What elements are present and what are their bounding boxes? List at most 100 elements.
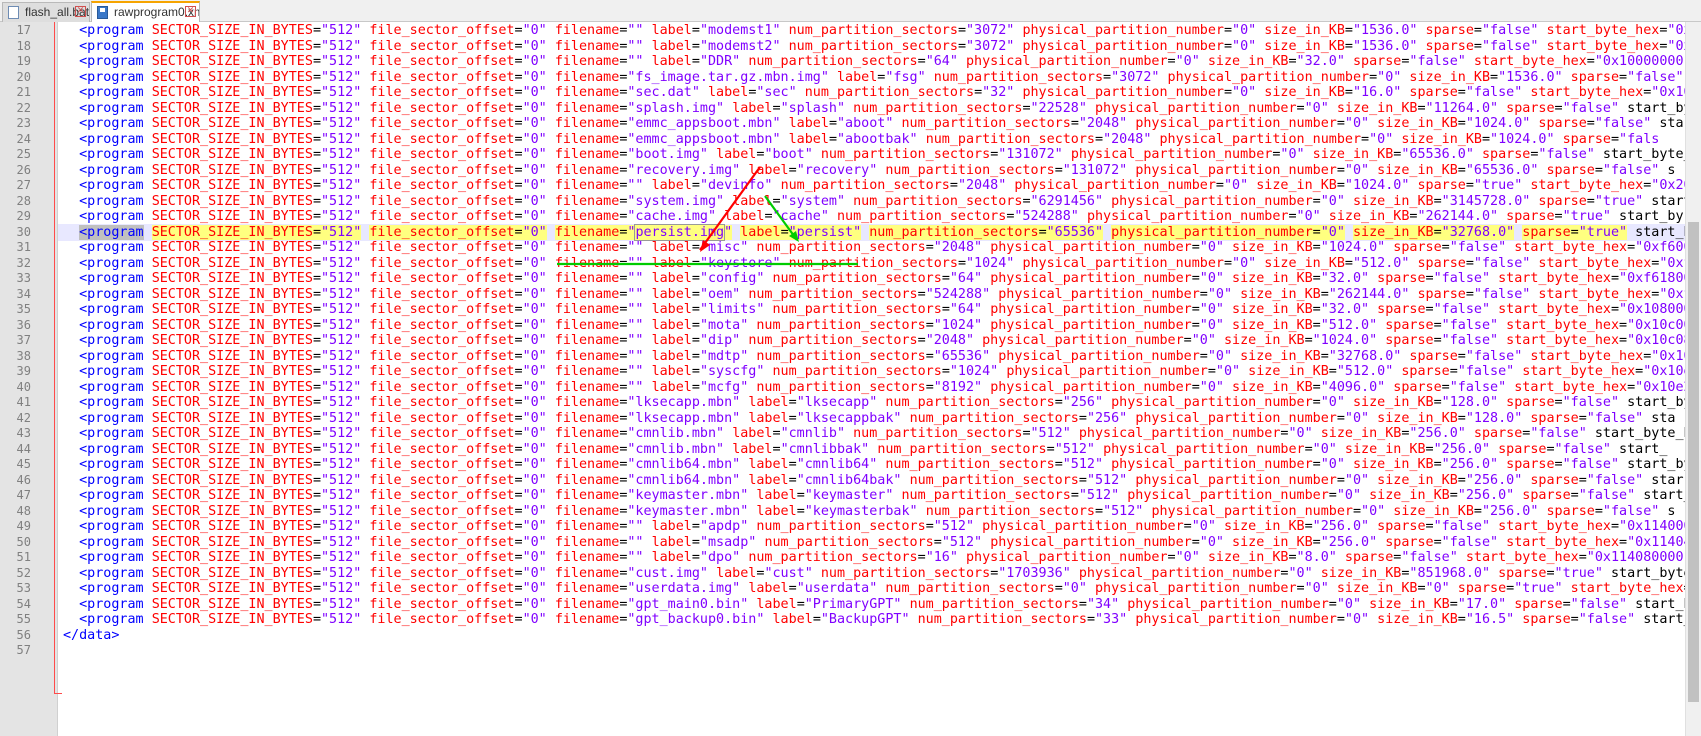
code-text[interactable]: <program SECTOR_SIZE_IN_BYTES="512" file… bbox=[63, 223, 1685, 241]
code-text[interactable]: <program SECTOR_SIZE_IN_BYTES="512" file… bbox=[63, 441, 1667, 458]
code-text[interactable]: <program SECTOR_SIZE_IN_BYTES="512" file… bbox=[63, 53, 1683, 70]
code-text[interactable]: <program SECTOR_SIZE_IN_BYTES="512" file… bbox=[63, 22, 1685, 39]
code-text[interactable]: <program SECTOR_SIZE_IN_BYTES="512" file… bbox=[63, 115, 1685, 132]
code-line[interactable]: <program SECTOR_SIZE_IN_BYTES="512" file… bbox=[58, 565, 1685, 582]
code-text[interactable]: <program SECTOR_SIZE_IN_BYTES="512" file… bbox=[63, 38, 1685, 55]
code-text[interactable]: <program SECTOR_SIZE_IN_BYTES="512" file… bbox=[63, 69, 1685, 86]
code-line[interactable]: <program SECTOR_SIZE_IN_BYTES="512" file… bbox=[58, 549, 1685, 566]
code-line[interactable]: <program SECTOR_SIZE_IN_BYTES="512" file… bbox=[58, 487, 1685, 504]
code-text[interactable]: <program SECTOR_SIZE_IN_BYTES="512" file… bbox=[63, 425, 1685, 442]
code-line[interactable]: <program SECTOR_SIZE_IN_BYTES="512" file… bbox=[58, 208, 1685, 225]
line-number: 26 bbox=[16, 162, 31, 177]
code-text[interactable]: <program SECTOR_SIZE_IN_BYTES="512" file… bbox=[63, 549, 1683, 566]
code-line[interactable]: <program SECTOR_SIZE_IN_BYTES="512" file… bbox=[58, 394, 1685, 411]
code-line[interactable]: <program SECTOR_SIZE_IN_BYTES="512" file… bbox=[58, 379, 1685, 396]
code-line[interactable]: <program SECTOR_SIZE_IN_BYTES="512" file… bbox=[58, 84, 1685, 101]
code-line[interactable]: <program SECTOR_SIZE_IN_BYTES="512" file… bbox=[58, 456, 1685, 473]
code-text[interactable]: <program SECTOR_SIZE_IN_BYTES="512" file… bbox=[63, 84, 1685, 101]
code-line[interactable]: <program SECTOR_SIZE_IN_BYTES="512" file… bbox=[58, 193, 1685, 210]
code-line[interactable] bbox=[58, 642, 1685, 659]
code-line[interactable]: <program SECTOR_SIZE_IN_BYTES="512" file… bbox=[58, 301, 1685, 318]
close-icon[interactable]: ✕ bbox=[185, 6, 196, 17]
code-text[interactable]: <program SECTOR_SIZE_IN_BYTES="512" file… bbox=[63, 487, 1685, 504]
code-text[interactable]: <program SECTOR_SIZE_IN_BYTES="512" file… bbox=[63, 534, 1685, 551]
code-line[interactable]: <program SECTOR_SIZE_IN_BYTES="512" file… bbox=[58, 53, 1685, 70]
code-text[interactable]: <program SECTOR_SIZE_IN_BYTES="512" file… bbox=[63, 317, 1685, 334]
code-line[interactable]: <program SECTOR_SIZE_IN_BYTES="512" file… bbox=[58, 596, 1685, 613]
code-line[interactable]: <program SECTOR_SIZE_IN_BYTES="512" file… bbox=[58, 270, 1685, 287]
code-line[interactable]: <program SECTOR_SIZE_IN_BYTES="512" file… bbox=[58, 286, 1685, 303]
code-text[interactable]: <program SECTOR_SIZE_IN_BYTES="512" file… bbox=[63, 239, 1685, 256]
code-text[interactable]: <program SECTOR_SIZE_IN_BYTES="512" file… bbox=[63, 596, 1685, 613]
line-number: 46 bbox=[16, 472, 31, 487]
code-line[interactable]: <program SECTOR_SIZE_IN_BYTES="512" file… bbox=[58, 425, 1685, 442]
line-number: 31 bbox=[16, 240, 31, 254]
code-line[interactable]: <program SECTOR_SIZE_IN_BYTES="512" file… bbox=[58, 177, 1685, 194]
code-text[interactable]: <program SECTOR_SIZE_IN_BYTES="512" file… bbox=[63, 146, 1685, 163]
code-line[interactable]: <program SECTOR_SIZE_IN_BYTES="512" file… bbox=[58, 115, 1685, 132]
line-number: 19 bbox=[16, 54, 31, 68]
code-line[interactable]: <program SECTOR_SIZE_IN_BYTES="512" file… bbox=[58, 503, 1685, 520]
code-line[interactable]: <program SECTOR_SIZE_IN_BYTES="512" file… bbox=[58, 162, 1685, 179]
code-editor[interactable]: <program SECTOR_SIZE_IN_BYTES="512" file… bbox=[58, 22, 1685, 736]
code-line[interactable]: <program SECTOR_SIZE_IN_BYTES="512" file… bbox=[58, 69, 1685, 86]
code-text[interactable]: <program SECTOR_SIZE_IN_BYTES="512" file… bbox=[63, 162, 1675, 179]
code-text[interactable]: <program SECTOR_SIZE_IN_BYTES="512" file… bbox=[63, 286, 1685, 303]
code-text[interactable]: <program SECTOR_SIZE_IN_BYTES="512" file… bbox=[63, 332, 1685, 349]
code-line[interactable]: <program SECTOR_SIZE_IN_BYTES="512" file… bbox=[58, 611, 1685, 628]
tab-flash-all-bat[interactable]: flash_all.bat ✕ bbox=[2, 2, 90, 22]
line-number: 25 bbox=[16, 147, 31, 161]
vertical-scrollbar[interactable] bbox=[1685, 22, 1701, 736]
code-text[interactable]: <program SECTOR_SIZE_IN_BYTES="512" file… bbox=[63, 379, 1685, 396]
code-text[interactable]: <program SECTOR_SIZE_IN_BYTES="512" file… bbox=[63, 503, 1675, 520]
code-line[interactable]: <program SECTOR_SIZE_IN_BYTES="512" file… bbox=[58, 38, 1685, 55]
code-line[interactable]: <program SECTOR_SIZE_IN_BYTES="512" file… bbox=[58, 534, 1685, 551]
code-text[interactable]: <program SECTOR_SIZE_IN_BYTES="512" file… bbox=[63, 100, 1685, 117]
code-line[interactable]: <program SECTOR_SIZE_IN_BYTES="512" file… bbox=[58, 146, 1685, 163]
code-text[interactable]: <program SECTOR_SIZE_IN_BYTES="512" file… bbox=[63, 565, 1685, 582]
code-line[interactable]: <program SECTOR_SIZE_IN_BYTES="512" file… bbox=[58, 131, 1685, 148]
code-line[interactable]: <program SECTOR_SIZE_IN_BYTES="512" file… bbox=[58, 332, 1685, 349]
line-number: 34 bbox=[16, 286, 31, 301]
code-text[interactable]: <program SECTOR_SIZE_IN_BYTES="512" file… bbox=[63, 255, 1685, 272]
code-text[interactable]: <program SECTOR_SIZE_IN_BYTES="512" file… bbox=[63, 456, 1685, 473]
code-line[interactable]: <program SECTOR_SIZE_IN_BYTES="512" file… bbox=[58, 223, 1685, 241]
code-text[interactable]: <program SECTOR_SIZE_IN_BYTES="512" file… bbox=[63, 580, 1685, 597]
code-line[interactable]: <program SECTOR_SIZE_IN_BYTES="512" file… bbox=[58, 317, 1685, 334]
code-text[interactable]: <program SECTOR_SIZE_IN_BYTES="512" file… bbox=[63, 363, 1685, 380]
code-text[interactable]: <program SECTOR_SIZE_IN_BYTES="512" file… bbox=[63, 208, 1683, 225]
code-line[interactable]: <program SECTOR_SIZE_IN_BYTES="512" file… bbox=[58, 348, 1685, 365]
code-text[interactable]: <program SECTOR_SIZE_IN_BYTES="512" file… bbox=[63, 611, 1685, 628]
code-line[interactable]: <program SECTOR_SIZE_IN_BYTES="512" file… bbox=[58, 472, 1685, 489]
code-line[interactable]: </data> bbox=[58, 627, 1685, 644]
line-number: 55 bbox=[16, 612, 31, 626]
code-line[interactable]: <program SECTOR_SIZE_IN_BYTES="512" file… bbox=[58, 363, 1685, 380]
code-text[interactable]: <program SECTOR_SIZE_IN_BYTES="512" file… bbox=[63, 410, 1675, 427]
code-text[interactable]: <program SECTOR_SIZE_IN_BYTES="512" file… bbox=[63, 394, 1685, 411]
tab-rawprogram0-xml[interactable]: rawprogram0.xml ✕ bbox=[91, 1, 200, 22]
code-text[interactable]: </data> bbox=[63, 627, 119, 644]
close-icon[interactable]: ✕ bbox=[75, 6, 86, 17]
code-line[interactable]: <program SECTOR_SIZE_IN_BYTES="512" file… bbox=[58, 518, 1685, 535]
code-text[interactable]: <program SECTOR_SIZE_IN_BYTES="512" file… bbox=[63, 348, 1685, 365]
code-text[interactable]: <program SECTOR_SIZE_IN_BYTES="512" file… bbox=[63, 131, 1659, 148]
line-number: 30 bbox=[16, 224, 31, 239]
code-line[interactable]: <program SECTOR_SIZE_IN_BYTES="512" file… bbox=[58, 441, 1685, 458]
code-line[interactable]: <program SECTOR_SIZE_IN_BYTES="512" file… bbox=[58, 255, 1685, 272]
line-number: 49 bbox=[16, 519, 31, 533]
code-line[interactable]: <program SECTOR_SIZE_IN_BYTES="512" file… bbox=[58, 239, 1685, 256]
code-text[interactable]: <program SECTOR_SIZE_IN_BYTES="512" file… bbox=[63, 472, 1683, 489]
line-number: 37 bbox=[16, 333, 31, 347]
code-text[interactable]: <program SECTOR_SIZE_IN_BYTES="512" file… bbox=[63, 518, 1685, 535]
line-number: 42 bbox=[16, 410, 31, 425]
code-text[interactable]: <program SECTOR_SIZE_IN_BYTES="512" file… bbox=[63, 193, 1685, 210]
line-number: 50 bbox=[16, 534, 31, 549]
code-line[interactable]: <program SECTOR_SIZE_IN_BYTES="512" file… bbox=[58, 22, 1685, 39]
code-text[interactable]: <program SECTOR_SIZE_IN_BYTES="512" file… bbox=[63, 270, 1685, 287]
code-line[interactable]: <program SECTOR_SIZE_IN_BYTES="512" file… bbox=[58, 100, 1685, 117]
code-line[interactable]: <program SECTOR_SIZE_IN_BYTES="512" file… bbox=[58, 410, 1685, 427]
code-text[interactable]: <program SECTOR_SIZE_IN_BYTES="512" file… bbox=[63, 177, 1685, 194]
code-line[interactable]: <program SECTOR_SIZE_IN_BYTES="512" file… bbox=[58, 580, 1685, 597]
scrollbar-thumb[interactable] bbox=[1688, 222, 1699, 702]
code-text[interactable]: <program SECTOR_SIZE_IN_BYTES="512" file… bbox=[63, 301, 1685, 318]
